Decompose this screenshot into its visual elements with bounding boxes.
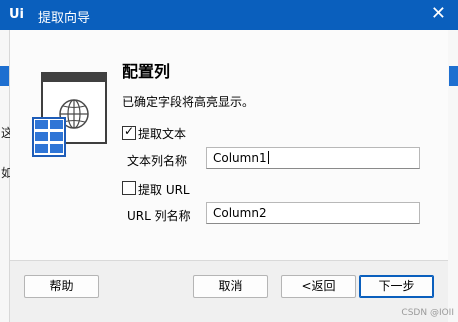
text-column-name-label: 文本列名称 (127, 154, 188, 168)
window-title: 提取向导 (38, 11, 91, 26)
watermark: CSDN @IOII (401, 308, 454, 318)
background-window-right (447, 30, 458, 322)
url-column-name-input[interactable]: Column2 (206, 202, 420, 224)
extract-text-checkbox[interactable] (122, 124, 136, 140)
next-button[interactable]: 下一步 (359, 275, 434, 298)
page-title: 配置列 (122, 62, 171, 81)
close-button[interactable]: ✕ (431, 4, 446, 24)
extraction-wizard-dialog: 配置列 已确定字段将高亮显示。 提取文本 文本列名称 Column1 提取 UR… (10, 30, 448, 322)
background-selection (449, 66, 458, 86)
help-button[interactable]: 帮助 (24, 275, 99, 298)
back-button[interactable]: <返回 (281, 275, 356, 298)
text-column-name-input[interactable]: Column1 (206, 147, 420, 169)
extract-url-label: 提取 URL (138, 183, 190, 197)
background-selection (0, 66, 9, 86)
extract-url-checkbox[interactable] (122, 181, 136, 195)
extract-text-label: 提取文本 (138, 127, 187, 141)
title-bar: Ui 提取向导 ✕ (0, 0, 458, 30)
text-caret (267, 151, 269, 164)
table-web-icon (32, 72, 108, 158)
background-window-left: 这 如 (0, 30, 13, 322)
uipath-logo-icon: Ui (9, 7, 25, 22)
page-description: 已确定字段将高亮显示。 (122, 95, 255, 109)
url-column-name-label: URL 列名称 (127, 209, 191, 223)
cancel-button[interactable]: 取消 (193, 275, 268, 298)
button-bar: 帮助 取消 <返回 下一步 (10, 261, 448, 322)
